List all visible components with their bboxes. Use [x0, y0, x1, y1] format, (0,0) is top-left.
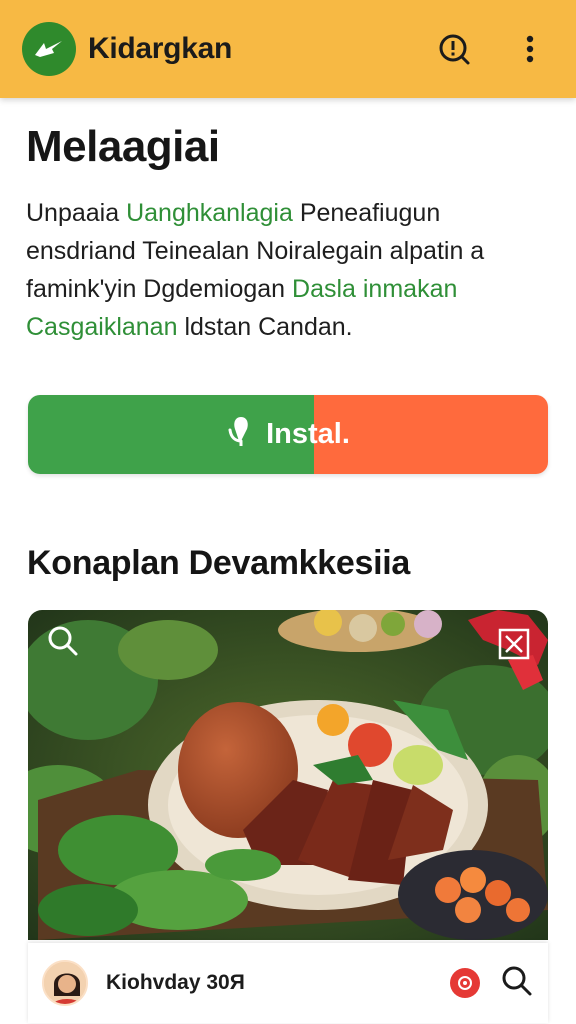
more-vertical-icon[interactable]: [512, 31, 548, 67]
main-content: Melaagiai Unpaaia Uanghkanlagia Peneafiu…: [26, 98, 550, 346]
install-button[interactable]: Instal.: [28, 395, 548, 474]
alert-circle-icon[interactable]: [436, 31, 472, 67]
app-logo-icon[interactable]: [22, 22, 76, 76]
avatar-icon[interactable]: [42, 960, 88, 1006]
description-text: ldstan Candan.: [177, 313, 353, 341]
food-plate-photo[interactable]: [28, 610, 548, 940]
record-badge-icon[interactable]: [450, 968, 480, 998]
search-icon[interactable]: [500, 964, 534, 1003]
description-link[interactable]: Uanghkanlagia: [126, 199, 293, 227]
app-bar: Kidargkan: [0, 0, 576, 98]
author-name: Kiohvday 30Я: [106, 971, 245, 994]
close-box-icon[interactable]: [498, 628, 530, 660]
description-text: Unpaaia: [26, 199, 127, 227]
app-description: Unpaaia Uanghkanlagia Peneafiugun ensdri…: [26, 194, 550, 346]
section-title: Konaplan Devamkkesiia: [27, 544, 410, 582]
author-card: Kiohvday 30Я: [28, 943, 548, 1023]
page-title: Melaagiai: [26, 122, 220, 171]
app-title: Kidargkan: [88, 32, 233, 65]
search-icon[interactable]: [46, 624, 80, 658]
install-label: Instal.: [266, 418, 350, 450]
microphone-icon: [226, 414, 256, 456]
